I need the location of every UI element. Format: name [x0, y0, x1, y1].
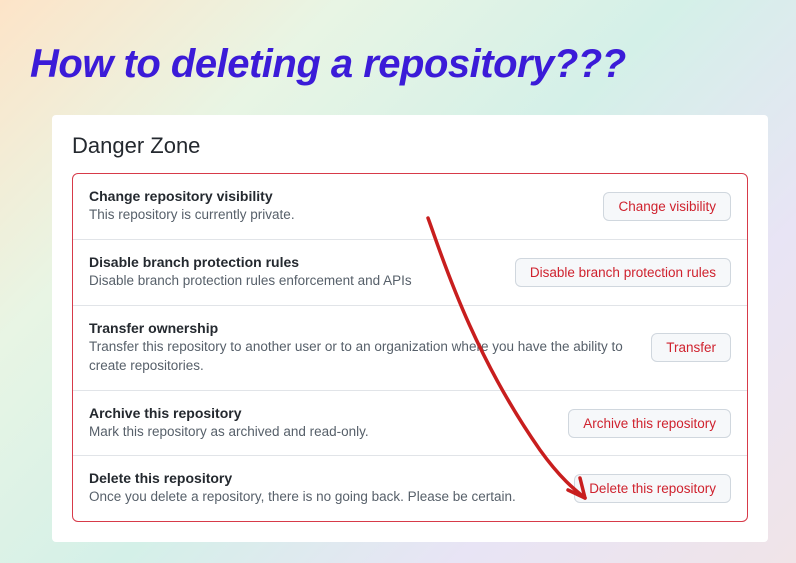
row-desc: Once you delete a repository, there is n…: [89, 488, 558, 507]
danger-zone-panel: Danger Zone Change repository visibility…: [52, 115, 768, 542]
row-title: Delete this repository: [89, 470, 558, 486]
disable-branch-protection-row: Disable branch protection rules Disable …: [73, 240, 747, 306]
disable-branch-protection-button[interactable]: Disable branch protection rules: [515, 258, 731, 287]
archive-repository-button[interactable]: Archive this repository: [568, 409, 731, 438]
change-visibility-row: Change repository visibility This reposi…: [73, 174, 747, 240]
archive-repository-row: Archive this repository Mark this reposi…: [73, 391, 747, 457]
row-title: Transfer ownership: [89, 320, 635, 336]
row-text: Transfer ownership Transfer this reposit…: [89, 320, 635, 376]
row-title: Change repository visibility: [89, 188, 587, 204]
row-desc: Disable branch protection rules enforcem…: [89, 272, 499, 291]
delete-repository-button[interactable]: Delete this repository: [574, 474, 731, 503]
row-text: Disable branch protection rules Disable …: [89, 254, 499, 291]
row-title: Disable branch protection rules: [89, 254, 499, 270]
row-text: Archive this repository Mark this reposi…: [89, 405, 552, 442]
row-desc: Transfer this repository to another user…: [89, 338, 635, 376]
transfer-button[interactable]: Transfer: [651, 333, 731, 362]
danger-zone-title: Danger Zone: [72, 133, 748, 159]
row-text: Change repository visibility This reposi…: [89, 188, 587, 225]
danger-zone-list: Change repository visibility This reposi…: [72, 173, 748, 522]
row-text: Delete this repository Once you delete a…: [89, 470, 558, 507]
row-desc: This repository is currently private.: [89, 206, 587, 225]
row-desc: Mark this repository as archived and rea…: [89, 423, 552, 442]
change-visibility-button[interactable]: Change visibility: [603, 192, 731, 221]
page-headline: How to deleting a repository???: [0, 0, 796, 107]
row-title: Archive this repository: [89, 405, 552, 421]
transfer-ownership-row: Transfer ownership Transfer this reposit…: [73, 306, 747, 391]
delete-repository-row: Delete this repository Once you delete a…: [73, 456, 747, 521]
